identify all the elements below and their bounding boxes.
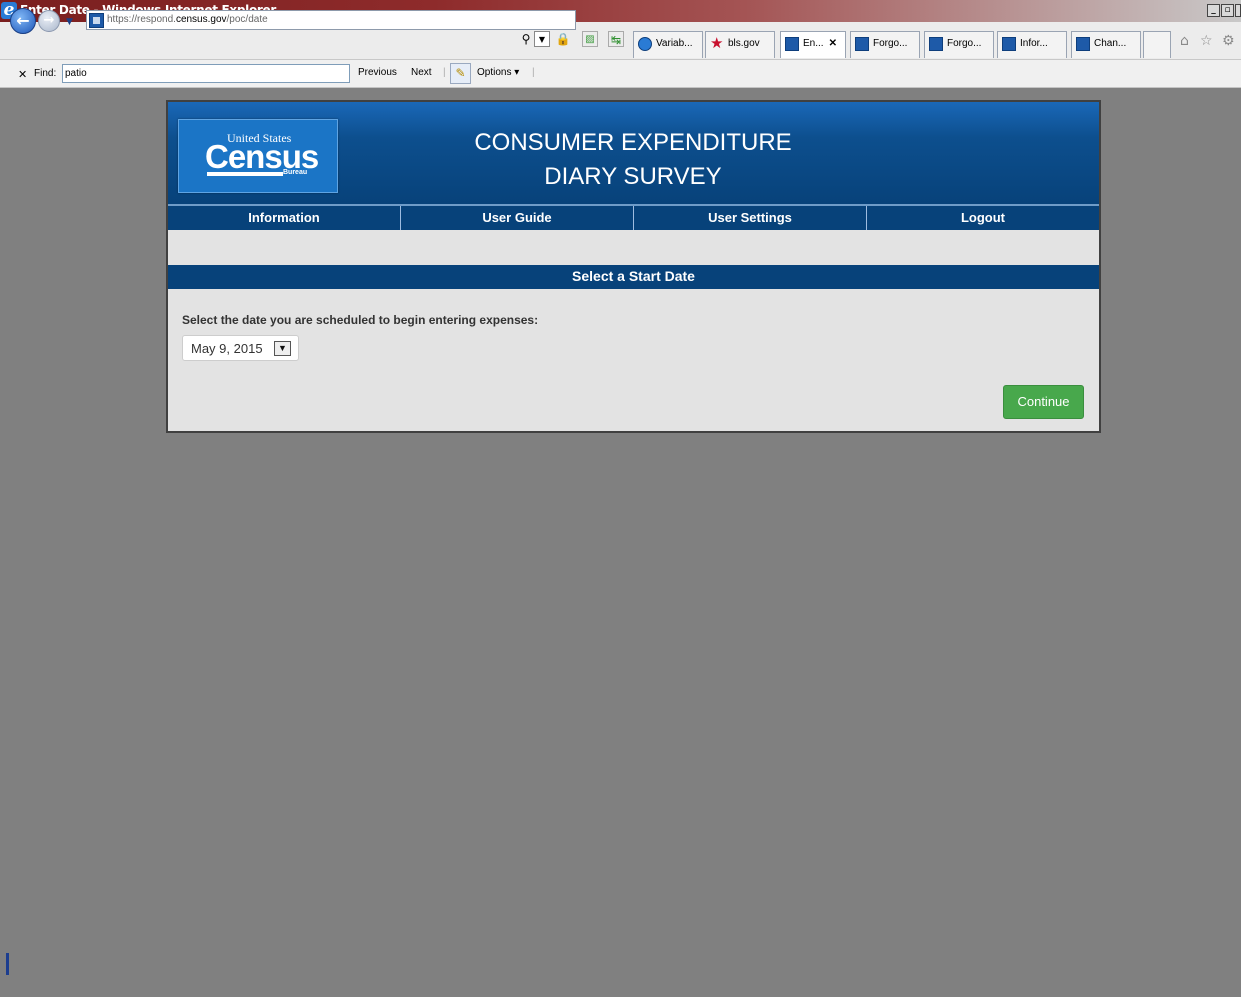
census-bureau-logo[interactable]: United States Census Bureau — [178, 119, 338, 193]
page-header: United States Census Bureau CONSUMER EXP… — [168, 102, 1099, 204]
back-arrow-icon: ← — [16, 11, 30, 30]
page-title: CONSUMER EXPENDITURE DIARY SURVEY — [474, 129, 792, 190]
gear-icon[interactable]: ⚙ — [1222, 33, 1235, 49]
find-input[interactable]: patio — [62, 64, 350, 83]
find-divider: | — [443, 67, 446, 78]
url-text[interactable]: https://respond.census.gov/poc/date — [107, 14, 268, 25]
census-favicon-icon — [1076, 37, 1090, 51]
refresh-icon[interactable]: ↹ — [608, 31, 624, 47]
lock-icon[interactable]: 🔒 — [555, 31, 571, 47]
left-edge-marker — [6, 953, 9, 975]
nav-information[interactable]: Information — [168, 206, 401, 230]
survey-page: United States Census Bureau CONSUMER EXP… — [166, 100, 1101, 433]
chevron-down-icon[interactable]: ▼ — [274, 341, 291, 356]
find-label: Find: — [34, 68, 57, 79]
new-tab-button[interactable] — [1143, 31, 1171, 58]
main-nav: Information User Guide User Settings Log… — [168, 204, 1099, 230]
compatibility-view-icon[interactable]: ▨ — [582, 31, 598, 47]
census-favicon-icon — [785, 37, 799, 51]
find-divider: | — [532, 67, 535, 78]
census-favicon-icon — [1002, 37, 1016, 51]
tab-enter-date[interactable]: En... ✕ — [780, 31, 846, 58]
tab-forgot-2[interactable]: Forgo... — [924, 31, 994, 58]
minimize-button[interactable]: _ — [1207, 4, 1220, 17]
site-favicon-icon — [89, 13, 104, 28]
section-title: Select a Start Date — [168, 265, 1099, 289]
address-bar[interactable]: https://respond.census.gov/poc/date — [86, 10, 576, 30]
tab-bls[interactable]: ★ bls.gov — [705, 31, 775, 58]
back-button[interactable]: ← — [10, 8, 36, 34]
nav-logout[interactable]: Logout — [867, 206, 1099, 230]
close-window-button[interactable] — [1235, 4, 1241, 17]
find-next-button[interactable]: Next — [411, 67, 432, 78]
find-previous-button[interactable]: Previous — [358, 67, 397, 78]
search-icon[interactable]: ⚲ — [518, 31, 534, 47]
tab-variab[interactable]: Variab... — [633, 31, 703, 58]
ie-icon — [638, 37, 652, 51]
maximize-button[interactable]: ▫ — [1221, 4, 1234, 17]
start-date-select[interactable]: May 9, 2015 ▼ — [182, 335, 299, 361]
highlight-pencil-icon[interactable]: ✎ — [450, 63, 471, 84]
favorites-star-icon[interactable]: ☆ — [1200, 33, 1213, 49]
nav-user-guide[interactable]: User Guide — [401, 206, 634, 230]
close-find-icon[interactable]: ✕ — [18, 68, 27, 81]
forward-arrow-icon: → — [43, 13, 55, 28]
continue-button[interactable]: Continue — [1003, 385, 1084, 419]
nav-user-settings[interactable]: User Settings — [634, 206, 867, 230]
address-dropdown-icon[interactable]: ▼ — [534, 31, 550, 47]
selected-date: May 9, 2015 — [191, 341, 263, 356]
history-dropdown-icon[interactable]: ▼ — [66, 17, 73, 27]
census-favicon-icon — [855, 37, 869, 51]
forward-button[interactable]: → — [38, 10, 60, 32]
census-favicon-icon — [929, 37, 943, 51]
tab-forgot-1[interactable]: Forgo... — [850, 31, 920, 58]
date-prompt: Select the date you are scheduled to beg… — [182, 313, 539, 327]
find-options-button[interactable]: Options ▾ — [477, 67, 519, 78]
close-tab-icon[interactable]: ✕ — [829, 38, 837, 49]
home-icon[interactable]: ⌂ — [1180, 33, 1189, 49]
tab-change[interactable]: Chan... — [1071, 31, 1141, 58]
tab-info[interactable]: Infor... — [997, 31, 1067, 58]
star-icon: ★ — [710, 35, 724, 52]
